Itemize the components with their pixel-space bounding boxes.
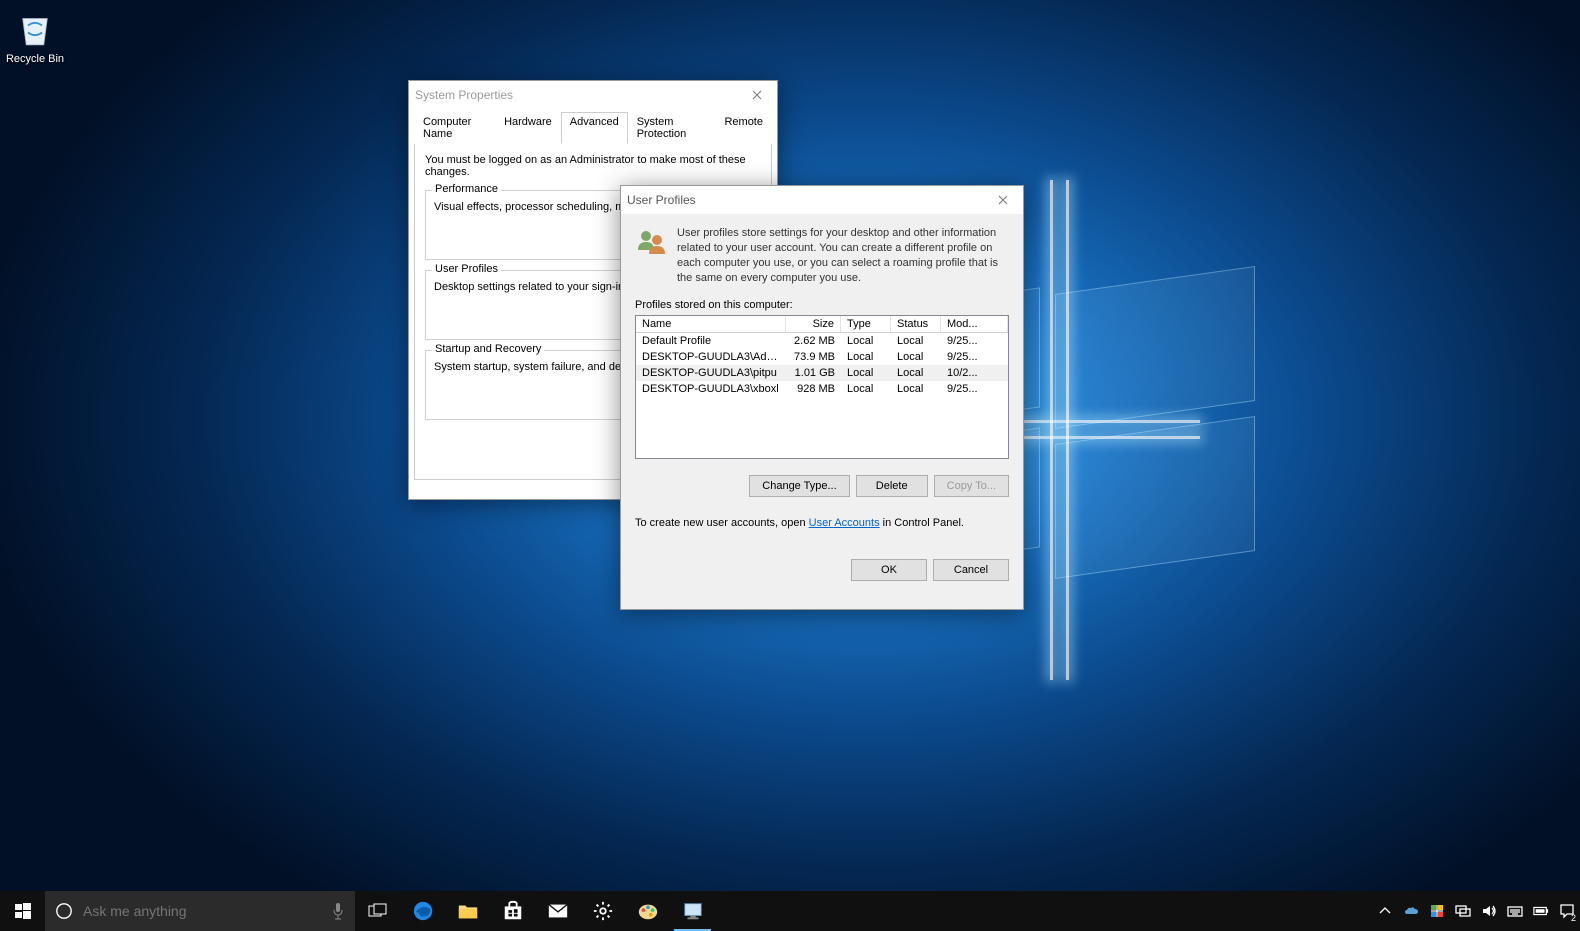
cell-status: Local bbox=[891, 333, 941, 349]
tab-hardware[interactable]: Hardware bbox=[495, 112, 561, 144]
ok-button[interactable]: OK bbox=[851, 559, 927, 581]
app-mail[interactable] bbox=[535, 891, 580, 931]
tray-volume-icon[interactable] bbox=[1476, 891, 1502, 931]
delete-button[interactable]: Delete bbox=[856, 475, 928, 497]
desktop-icon-recycle-bin[interactable]: Recycle Bin bbox=[5, 8, 65, 65]
start-button[interactable] bbox=[0, 891, 45, 931]
admin-note: You must be logged on as an Administrato… bbox=[425, 154, 761, 178]
table-row[interactable]: DESKTOP-GUUDLA3\Admin...73.9 MBLocalLoca… bbox=[636, 349, 1008, 365]
table-row[interactable]: Default Profile2.62 MBLocalLocal9/25... bbox=[636, 333, 1008, 349]
cell-name: DESKTOP-GUUDLA3\xboxl bbox=[636, 381, 786, 397]
tab-advanced[interactable]: Advanced bbox=[561, 112, 628, 144]
search-box[interactable] bbox=[45, 891, 355, 931]
col-modified[interactable]: Mod... bbox=[941, 316, 1008, 332]
app-file-explorer[interactable] bbox=[445, 891, 490, 931]
titlebar[interactable]: User Profiles bbox=[621, 186, 1023, 214]
cell-status: Local bbox=[891, 365, 941, 381]
cell-size: 1.01 GB bbox=[786, 365, 841, 381]
cell-type: Local bbox=[841, 349, 891, 365]
cancel-button[interactable]: Cancel bbox=[933, 559, 1009, 581]
cell-name: DESKTOP-GUUDLA3\Admin... bbox=[636, 349, 786, 365]
microphone-icon[interactable] bbox=[331, 902, 345, 920]
footer-text: To create new user accounts, open User A… bbox=[635, 517, 1009, 529]
cell-size: 2.62 MB bbox=[786, 333, 841, 349]
app-settings[interactable] bbox=[580, 891, 625, 931]
cell-type: Local bbox=[841, 381, 891, 397]
tray-onedrive-icon[interactable] bbox=[1398, 891, 1424, 931]
tray-battery-icon[interactable] bbox=[1528, 891, 1554, 931]
tray-input-icon[interactable] bbox=[1502, 891, 1528, 931]
cell-modified: 9/25... bbox=[941, 349, 1008, 365]
notification-badge: 2 bbox=[1571, 913, 1576, 923]
col-size[interactable]: Size bbox=[786, 316, 841, 332]
cell-name: Default Profile bbox=[636, 333, 786, 349]
cell-name: DESKTOP-GUUDLA3\pitpu bbox=[636, 365, 786, 381]
cell-type: Local bbox=[841, 333, 891, 349]
group-legend: Performance bbox=[432, 183, 501, 195]
app-store[interactable] bbox=[490, 891, 535, 931]
cell-size: 73.9 MB bbox=[786, 349, 841, 365]
window-user-profiles[interactable]: User Profiles User profiles store settin… bbox=[620, 185, 1024, 610]
recycle-bin-icon bbox=[14, 8, 56, 50]
desktop-icon-label: Recycle Bin bbox=[5, 53, 65, 65]
col-status[interactable]: Status bbox=[891, 316, 941, 332]
change-type-button[interactable]: Change Type... bbox=[749, 475, 849, 497]
app-edge[interactable] bbox=[400, 891, 445, 931]
cell-size: 928 MB bbox=[786, 381, 841, 397]
close-button[interactable] bbox=[983, 186, 1023, 214]
app-system-properties[interactable] bbox=[670, 891, 715, 931]
table-header[interactable]: Name Size Type Status Mod... bbox=[636, 316, 1008, 333]
task-view-button[interactable] bbox=[355, 891, 400, 931]
profiles-table[interactable]: Name Size Type Status Mod... Default Pro… bbox=[635, 315, 1009, 459]
table-row[interactable]: DESKTOP-GUUDLA3\xboxl928 MBLocalLocal9/2… bbox=[636, 381, 1008, 397]
tab-remote[interactable]: Remote bbox=[715, 112, 772, 144]
window-title: System Properties bbox=[415, 88, 513, 102]
user-profiles-icon bbox=[635, 226, 667, 285]
cell-type: Local bbox=[841, 365, 891, 381]
taskbar: 2 bbox=[0, 891, 1580, 931]
cell-modified: 10/2... bbox=[941, 365, 1008, 381]
light-beam bbox=[1066, 180, 1069, 680]
cortana-icon bbox=[55, 902, 73, 920]
cell-modified: 9/25... bbox=[941, 333, 1008, 349]
dialog-description: User profiles store settings for your de… bbox=[677, 226, 1009, 285]
system-tray: 2 bbox=[1372, 891, 1580, 931]
tray-security-icon[interactable] bbox=[1424, 891, 1450, 931]
group-legend: User Profiles bbox=[432, 263, 501, 275]
user-accounts-link[interactable]: User Accounts bbox=[809, 517, 880, 529]
tray-network-icon[interactable] bbox=[1450, 891, 1476, 931]
tray-show-hidden-icon[interactable] bbox=[1372, 891, 1398, 931]
col-type[interactable]: Type bbox=[841, 316, 891, 332]
copy-to-button[interactable]: Copy To... bbox=[934, 475, 1009, 497]
col-name[interactable]: Name bbox=[636, 316, 786, 332]
table-row[interactable]: DESKTOP-GUUDLA3\pitpu1.01 GBLocalLocal10… bbox=[636, 365, 1008, 381]
search-input[interactable] bbox=[83, 903, 331, 919]
cell-status: Local bbox=[891, 349, 941, 365]
tab-strip: Computer Name Hardware Advanced System P… bbox=[414, 111, 772, 144]
group-legend: Startup and Recovery bbox=[432, 343, 544, 355]
list-label: Profiles stored on this computer: bbox=[635, 299, 1009, 311]
titlebar[interactable]: System Properties bbox=[409, 81, 777, 109]
tab-computer-name[interactable]: Computer Name bbox=[414, 112, 495, 144]
app-paint[interactable] bbox=[625, 891, 670, 931]
close-button[interactable] bbox=[737, 81, 777, 109]
tray-action-center-icon[interactable]: 2 bbox=[1554, 891, 1580, 931]
cell-modified: 9/25... bbox=[941, 381, 1008, 397]
light-beam bbox=[1050, 180, 1053, 680]
tab-system-protection[interactable]: System Protection bbox=[628, 112, 716, 144]
cell-status: Local bbox=[891, 381, 941, 397]
window-title: User Profiles bbox=[627, 193, 696, 207]
